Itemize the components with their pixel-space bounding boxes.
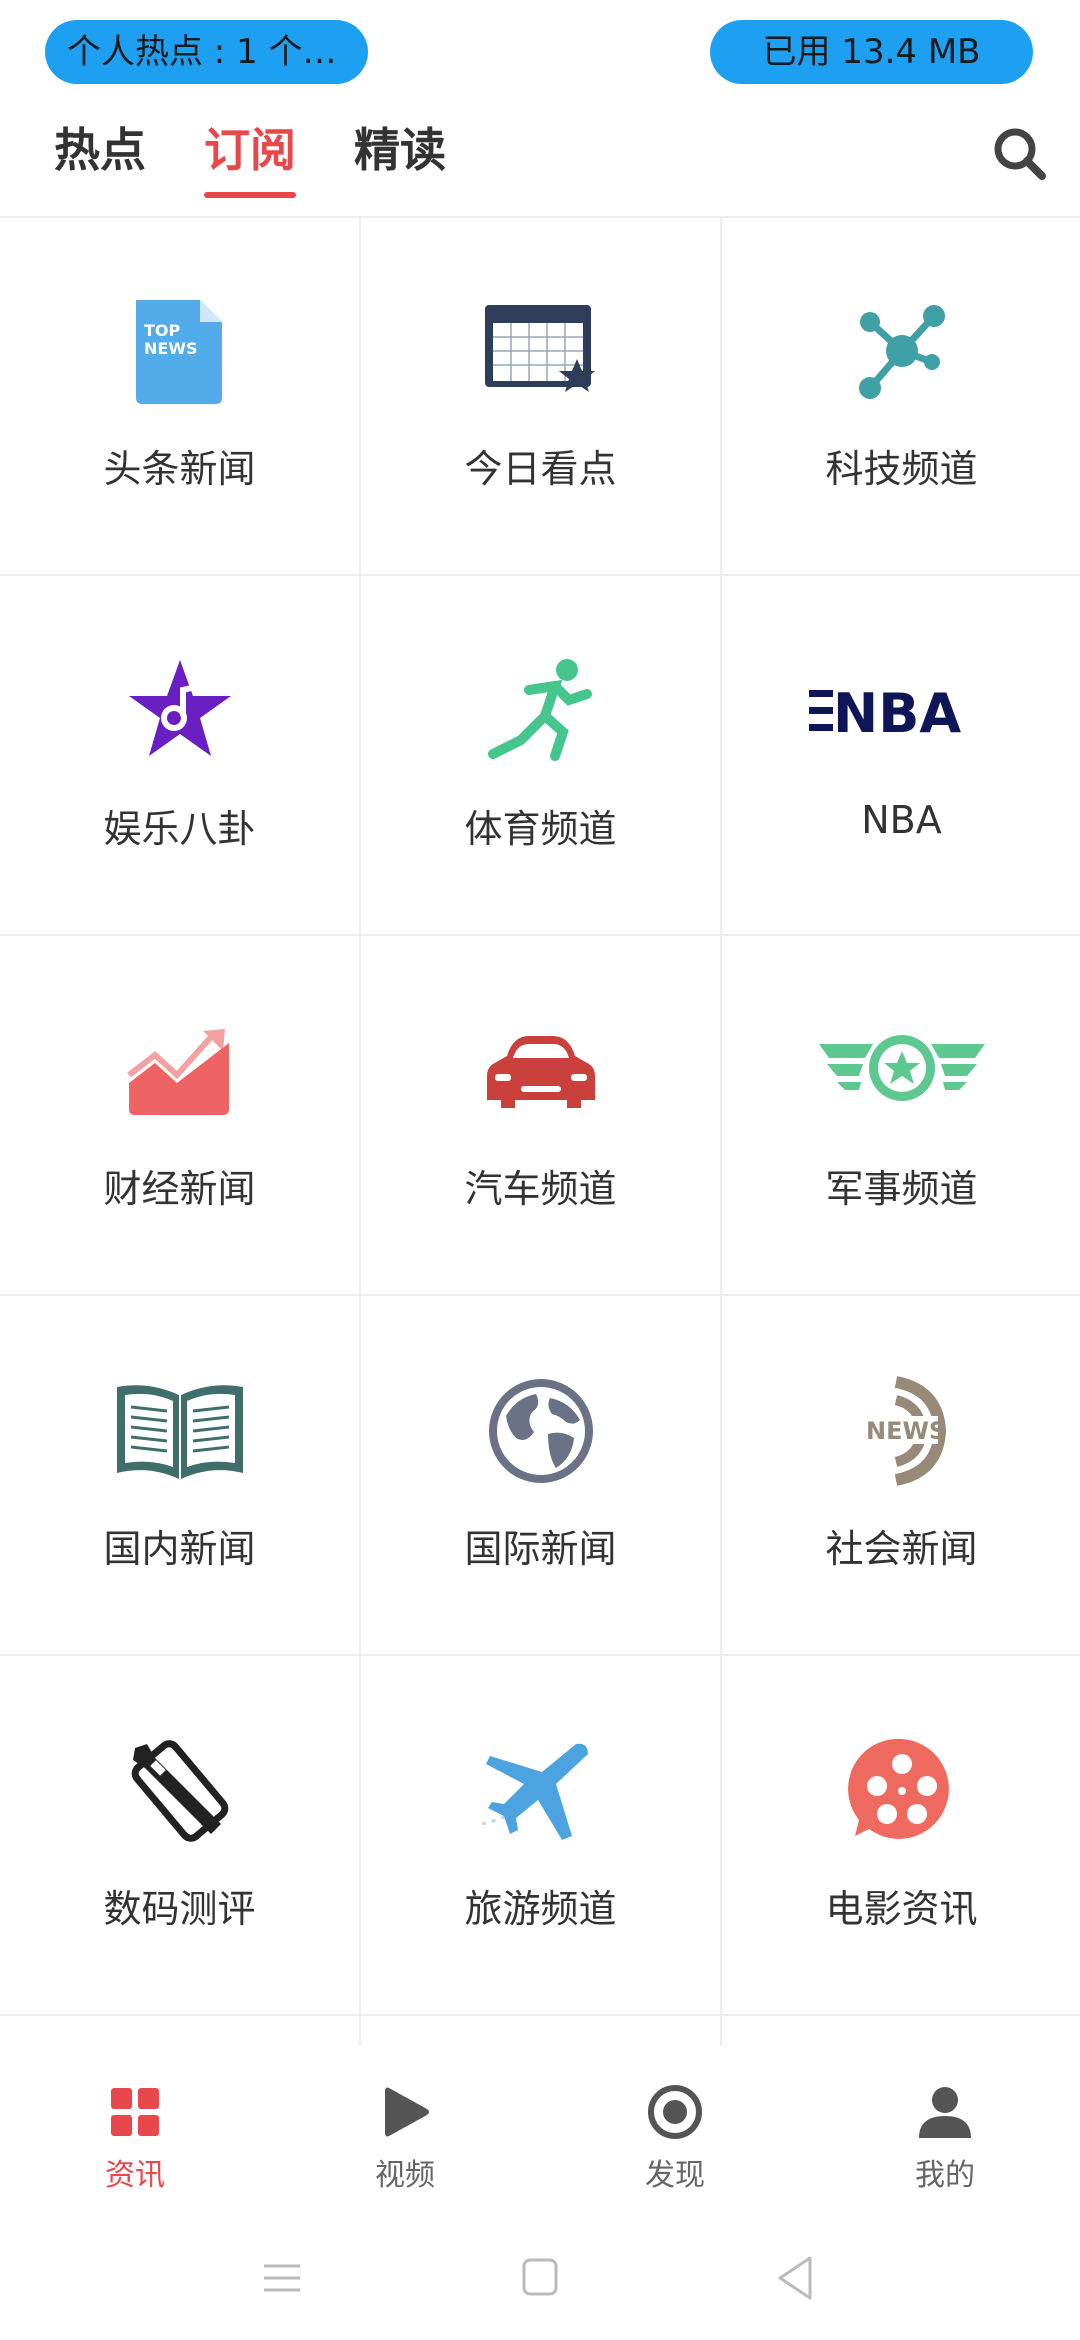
channel-label: 财经新闻 xyxy=(103,1167,256,1211)
channel-cell-partial xyxy=(361,2016,722,2046)
channel-label: 汽车频道 xyxy=(464,1167,617,1211)
channel-label: 社会新闻 xyxy=(825,1527,978,1571)
channel-digital-review[interactable]: 数码测评 xyxy=(0,1656,361,2016)
search-button[interactable] xyxy=(988,122,1052,186)
channel-label: 科技频道 xyxy=(825,447,978,491)
network-nodes-icon xyxy=(837,286,967,416)
channel-domestic[interactable]: 国内新闻 xyxy=(0,1296,361,1656)
grid-icon xyxy=(111,2088,159,2136)
back-icon[interactable] xyxy=(766,2248,826,2308)
news-broadcast-icon: NEWS xyxy=(837,1366,967,1496)
music-star-icon xyxy=(115,646,245,776)
channel-sports[interactable]: 体育频道 xyxy=(361,576,722,936)
user-icon xyxy=(919,2087,971,2138)
channel-movies[interactable]: 电影资讯 xyxy=(722,1656,1080,2016)
tab-featured[interactable]: 精读 xyxy=(354,118,446,198)
channel-label: 军事频道 xyxy=(825,1167,978,1211)
channel-international[interactable]: 国际新闻 xyxy=(361,1296,722,1656)
channel-label: 娱乐八卦 xyxy=(103,807,256,851)
nba-logo-icon: NBA xyxy=(807,646,997,776)
svg-text:NBA: NBA xyxy=(833,682,961,745)
channel-label: 体育频道 xyxy=(464,807,617,851)
menu-icon[interactable] xyxy=(252,2248,312,2308)
channel-label: 数码测评 xyxy=(103,1887,256,1931)
bottom-tab-video[interactable]: 视频 xyxy=(270,2046,540,2212)
top-news-icon: TOP NEWS xyxy=(115,286,245,416)
bottom-tab-news[interactable]: 资讯 xyxy=(0,2046,270,2212)
svg-text:NEWS: NEWS xyxy=(866,1417,946,1445)
channel-finance[interactable]: 财经新闻 xyxy=(0,936,361,1296)
system-nav-bar xyxy=(0,2212,1080,2340)
channel-label: 今日看点 xyxy=(464,447,617,491)
military-wings-icon xyxy=(817,1006,987,1136)
channel-label: 国内新闻 xyxy=(103,1527,256,1571)
channel-tech[interactable]: 科技频道 xyxy=(722,216,1080,576)
finance-chart-icon xyxy=(115,1006,245,1136)
channel-society[interactable]: NEWS 社会新闻 xyxy=(722,1296,1080,1656)
channel-auto[interactable]: 汽车频道 xyxy=(361,936,722,1296)
channel-grid: TOP NEWS 头条新闻 今日看点 科技频道 娱乐八卦 体育频道 NBA NB… xyxy=(0,216,1080,2046)
channel-cell-partial xyxy=(722,2016,1080,2046)
channel-top-news[interactable]: TOP NEWS 头条新闻 xyxy=(0,216,361,576)
channel-label: 国际新闻 xyxy=(464,1527,617,1571)
bottom-tab-label: 视频 xyxy=(375,2158,435,2193)
svg-text:NEWS: NEWS xyxy=(144,339,198,358)
search-icon xyxy=(994,128,1046,180)
active-tab-indicator xyxy=(204,192,296,198)
channel-label: 旅游频道 xyxy=(464,1887,617,1931)
runner-icon xyxy=(476,646,606,776)
top-nav: 热点 订阅 精读 xyxy=(0,100,1080,218)
film-reel-icon xyxy=(837,1726,967,1856)
status-bar: 个人热点 : 1 个连... 已用 13.4 MB xyxy=(0,0,1080,100)
bottom-tab-label: 我的 xyxy=(915,2158,975,2193)
channel-nba[interactable]: NBA NBA xyxy=(722,576,1080,936)
car-icon xyxy=(476,1006,606,1136)
bottom-tab-me[interactable]: 我的 xyxy=(810,2046,1080,2212)
phone-tools-icon xyxy=(115,1726,245,1856)
channel-entertainment[interactable]: 娱乐八卦 xyxy=(0,576,361,936)
channel-military[interactable]: 军事频道 xyxy=(722,936,1080,1296)
play-icon xyxy=(385,2087,429,2137)
tab-label: 精读 xyxy=(354,123,446,177)
channel-cell-partial xyxy=(0,2016,361,2046)
tab-subscribe[interactable]: 订阅 xyxy=(204,118,296,198)
channel-today[interactable]: 今日看点 xyxy=(361,216,722,576)
channel-label: 电影资讯 xyxy=(825,1887,978,1931)
channel-label: NBA xyxy=(861,798,942,842)
channel-label: 头条新闻 xyxy=(103,447,256,491)
airplane-icon xyxy=(476,1726,606,1856)
bottom-tab-label: 资讯 xyxy=(105,2158,165,2193)
calendar-star-icon xyxy=(476,286,606,416)
svg-text:TOP: TOP xyxy=(144,321,181,340)
globe-icon xyxy=(476,1366,606,1496)
channel-travel[interactable]: 旅游频道 xyxy=(361,1656,722,2016)
tab-label: 热点 xyxy=(54,123,146,177)
tab-label: 订阅 xyxy=(204,123,296,177)
bottom-nav: 资讯 视频 发现 我的 xyxy=(0,2046,1080,2212)
hotspot-pill[interactable]: 个人热点 : 1 个连... xyxy=(45,20,368,84)
open-book-icon xyxy=(115,1366,245,1496)
tab-hot[interactable]: 热点 xyxy=(54,118,146,198)
bottom-tab-label: 发现 xyxy=(645,2158,705,2193)
bottom-tab-discover[interactable]: 发现 xyxy=(540,2046,810,2212)
data-usage-pill[interactable]: 已用 13.4 MB xyxy=(710,20,1033,84)
discover-icon xyxy=(648,2085,702,2139)
home-icon[interactable] xyxy=(510,2248,570,2308)
